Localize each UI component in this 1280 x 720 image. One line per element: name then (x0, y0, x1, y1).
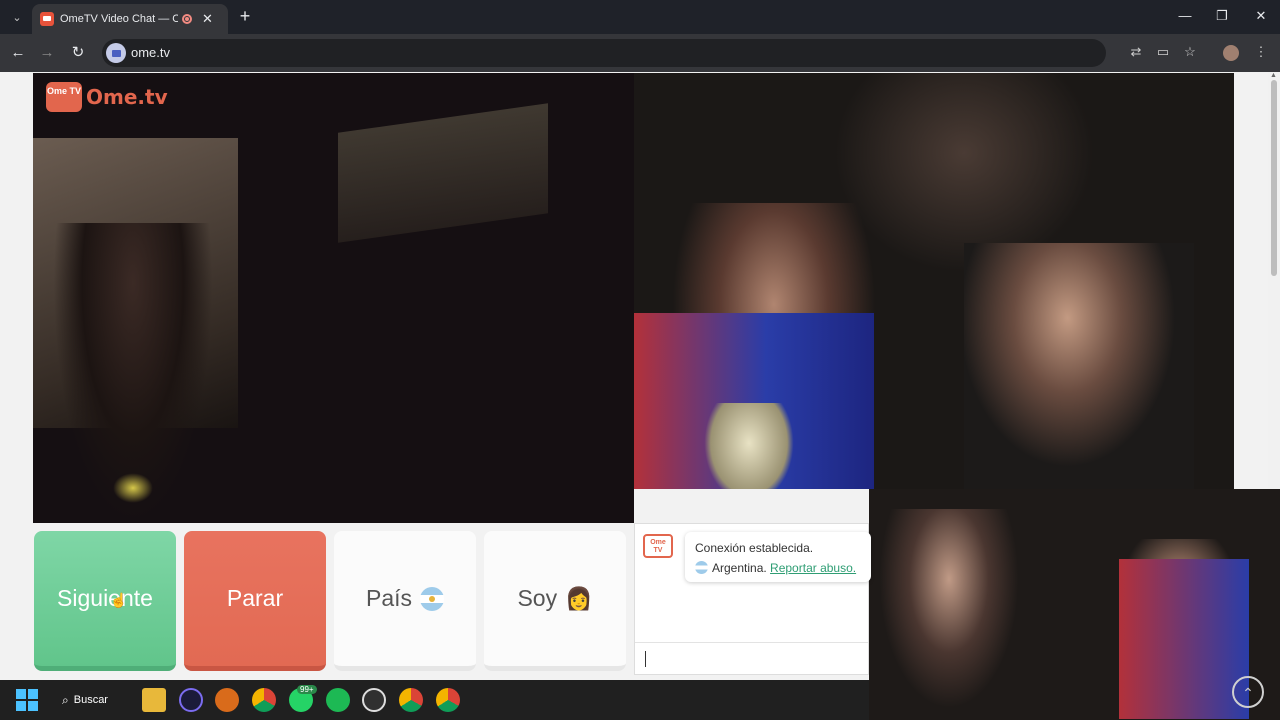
video-person-group (964, 243, 1194, 489)
remote-video-feed (33, 73, 634, 523)
taskbar-search[interactable]: ⌕ Buscar (62, 688, 108, 712)
gender-button[interactable]: Soy 👩 (484, 531, 626, 671)
stop-button-label: Parar (226, 585, 284, 611)
chat-message: Conexión establecida. Argentina. Reporta… (685, 532, 871, 582)
chat-panel: Ome TV Conexión establecida. Argentina. R… (634, 523, 871, 675)
pip-expand-icon[interactable]: ⌃ (1232, 676, 1264, 708)
browser-tab-ometv[interactable]: OmeTV Video Chat — Ome ✕ (32, 4, 228, 34)
spotify-icon[interactable] (326, 688, 350, 712)
back-arrow-icon[interactable]: ← (8, 43, 28, 63)
scrollbar-thumb[interactable] (1271, 80, 1277, 276)
chat-country-line: Argentina. Reportar abuso. (695, 561, 856, 575)
taskbar-search-label: Buscar (73, 694, 108, 706)
close-window-button[interactable]: ✕ (1251, 8, 1271, 24)
browser-tab-bar: ⌄ OmeTV Video Chat — Ome ✕ + — ❐ ✕ (0, 0, 1280, 34)
ometv-logo[interactable]: Ome TV Ome.tv (46, 80, 168, 114)
new-tab-button[interactable]: + (236, 6, 254, 27)
text-caret (645, 651, 646, 667)
browser-menu-icon[interactable]: ⋮ (1252, 44, 1270, 60)
argentina-flag-small-icon (695, 561, 708, 574)
country-button-label: País (365, 585, 413, 611)
file-explorer-icon[interactable] (142, 688, 166, 712)
video-car-window-rear (338, 103, 548, 243)
recording-indicator-icon (182, 14, 192, 24)
hand-cursor-icon: ☝ (110, 592, 128, 608)
pip-person (879, 509, 1019, 709)
next-button-label: Siguiente (57, 585, 153, 611)
chrome-icon[interactable] (252, 688, 276, 712)
tab-search-dropdown-icon[interactable]: ⌄ (6, 7, 28, 27)
site-info-icon[interactable] (106, 43, 126, 63)
app-icon[interactable] (215, 688, 239, 712)
minimize-button[interactable]: — (1175, 8, 1195, 23)
stop-button[interactable]: Parar (184, 531, 326, 671)
ometv-chat-icon: Ome TV (643, 534, 673, 558)
profile-avatar[interactable] (1223, 45, 1239, 61)
next-button[interactable]: Siguiente (34, 531, 176, 671)
tab-title: OmeTV Video Chat — Ome (60, 13, 178, 25)
gender-button-label: Soy (517, 585, 558, 611)
translate-icon[interactable]: ⇄ (1127, 44, 1145, 60)
pip-person-jacket (1119, 559, 1249, 719)
url-text[interactable]: ome.tv (131, 45, 170, 60)
argentina-flag-icon (420, 586, 445, 611)
country-button[interactable]: País (334, 531, 476, 671)
browser-toolbar: ← → ↻ ome.tv ⇄ ▭ ☆ ⋮ (0, 34, 1280, 72)
search-icon: ⌕ (62, 692, 69, 707)
forward-arrow-icon[interactable]: → (37, 43, 57, 63)
cast-icon[interactable]: ▭ (1154, 44, 1172, 60)
picture-in-picture-video[interactable] (869, 489, 1280, 720)
chrome-profile-icon[interactable] (399, 688, 423, 712)
self-video-feed (634, 73, 1234, 489)
ometv-favicon-icon (40, 12, 54, 26)
scroll-up-icon[interactable]: ▲ (1270, 72, 1277, 79)
address-bar[interactable]: ome.tv (102, 39, 1106, 67)
logo-text: Ome.tv (86, 85, 168, 109)
video-microphone (704, 403, 794, 489)
video-light (113, 473, 153, 503)
report-abuse-link[interactable]: Reportar abuso. (770, 561, 856, 575)
windows-taskbar: ⌕ Buscar (0, 680, 869, 720)
chat-input[interactable] (635, 642, 868, 675)
maximize-button[interactable]: ❐ (1212, 8, 1232, 24)
woman-emoji-icon: 👩 (565, 585, 593, 611)
tab-close-icon[interactable]: ✕ (202, 11, 213, 27)
reload-icon[interactable]: ↻ (68, 43, 88, 63)
bookmark-star-icon[interactable]: ☆ (1181, 44, 1199, 60)
partner-country: Argentina. (712, 561, 767, 575)
logo-badge: Ome TV (46, 82, 82, 112)
chrome-active-icon[interactable] (436, 688, 460, 712)
obs-icon[interactable] (362, 688, 386, 712)
windows-start-icon[interactable] (16, 689, 38, 711)
connection-status: Conexión establecida. (695, 541, 814, 555)
whatsapp-badge: 99+ (297, 685, 317, 694)
cortana-icon[interactable] (179, 688, 203, 712)
